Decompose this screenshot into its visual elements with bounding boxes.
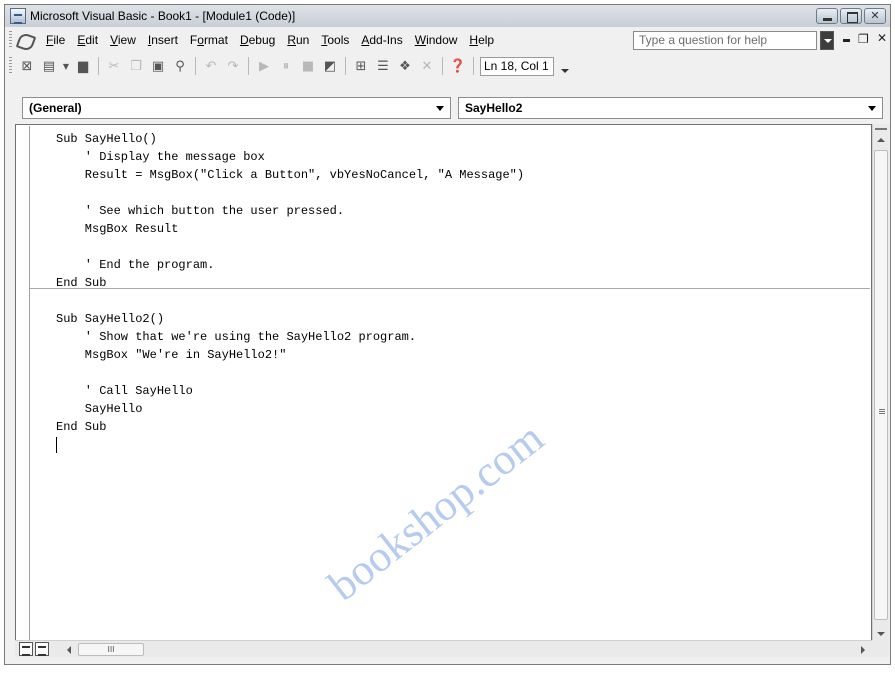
minimize-button[interactable]: [816, 8, 838, 24]
menu-tools[interactable]: Tools: [315, 33, 355, 47]
vertical-scrollbar[interactable]: [872, 124, 889, 647]
vba-app-icon: [10, 8, 26, 24]
cursor-position: Ln 18, Col 1: [480, 56, 554, 76]
redo-icon[interactable]: ↷: [224, 57, 242, 75]
bottom-bar: III: [15, 640, 872, 657]
menu-file[interactable]: File: [40, 33, 71, 47]
margin-indicator-bar[interactable]: [29, 126, 30, 649]
chevron-down-icon[interactable]: [436, 106, 444, 111]
toolbar-separator: [345, 57, 346, 75]
menu-run[interactable]: Run: [281, 33, 315, 47]
project-explorer-icon[interactable]: ⊞: [352, 57, 370, 75]
window-title: Microsoft Visual Basic - Book1 - [Module…: [30, 9, 296, 23]
scroll-up-icon[interactable]: [877, 138, 885, 142]
undo-icon[interactable]: ↶: [202, 57, 220, 75]
object-combo[interactable]: (General): [22, 97, 451, 119]
reset-icon[interactable]: ■: [299, 57, 317, 75]
menu-add-ins[interactable]: Add-Ins: [355, 33, 408, 47]
split-bar[interactable]: [875, 128, 887, 130]
save-icon[interactable]: ▆: [74, 57, 92, 75]
code-line[interactable]: ' See which button the user pressed.: [56, 203, 344, 219]
design-mode-icon[interactable]: ◩: [321, 57, 339, 75]
text-caret: [56, 437, 57, 453]
child-close-button[interactable]: ✕: [877, 31, 887, 45]
menu-edit[interactable]: Edit: [71, 33, 104, 47]
code-line[interactable]: Sub SayHello(): [56, 131, 157, 147]
toolbar-separator: [98, 57, 99, 75]
window-controls: ✕: [816, 8, 886, 24]
maximize-button[interactable]: [840, 8, 862, 24]
procedure-combo[interactable]: SayHello2: [458, 97, 883, 119]
horizontal-scroll-thumb[interactable]: III: [78, 643, 144, 656]
code-line[interactable]: ' End the program.: [56, 257, 215, 273]
scroll-corner: [872, 640, 889, 657]
properties-icon[interactable]: ☰: [374, 57, 392, 75]
menu-items: File Edit View Insert Format Debug Run Tools Add…: [40, 33, 500, 47]
toolbar-separator: [473, 57, 474, 75]
toolbar-grip[interactable]: [9, 57, 12, 75]
code-line[interactable]: MsgBox Result: [56, 221, 179, 237]
standard-toolbar: ⊠ ▤ ▼ ▆ ✂ ❐ ▣ ⚲ ↶ ↷ ▶ ⏸ ■ ◩ ⊞ ☰ ❖ ✕ ❓ Ln…: [5, 53, 890, 79]
help-dropdown-button[interactable]: [820, 31, 834, 50]
code-line[interactable]: SayHello: [56, 401, 143, 417]
close-button[interactable]: ✕: [864, 8, 886, 24]
menu-help[interactable]: Help: [463, 33, 500, 47]
menu-window[interactable]: Window: [409, 33, 464, 47]
title-bar[interactable]: Microsoft Visual Basic - Book1 - [Module…: [5, 5, 890, 27]
run-icon[interactable]: ▶: [255, 57, 273, 75]
toolbar-separator: [442, 57, 443, 75]
child-restore-button[interactable]: ❐: [858, 32, 869, 46]
code-line[interactable]: Result = MsgBox("Click a Button", vbYesN…: [56, 167, 524, 183]
procedure-combo-value: SayHello2: [465, 101, 523, 115]
toolbar-separator: [195, 57, 196, 75]
scroll-down-icon[interactable]: [877, 632, 885, 636]
help-icon[interactable]: ❓: [449, 57, 467, 75]
child-minimize-button[interactable]: [843, 39, 850, 42]
module-menu-icon[interactable]: [16, 32, 34, 48]
copy-icon[interactable]: ❐: [127, 57, 145, 75]
procedure-separator: [30, 288, 870, 289]
chevron-down-icon[interactable]: [868, 106, 876, 111]
thumb-grip-icon: [879, 409, 885, 414]
code-line[interactable]: End Sub: [56, 419, 106, 435]
code-line[interactable]: MsgBox "We're in SayHello2!": [56, 347, 287, 363]
scroll-left-icon[interactable]: [67, 646, 71, 654]
menu-view[interactable]: View: [104, 33, 142, 47]
code-line[interactable]: ' Call SayHello: [56, 383, 193, 399]
toolbar-options-button[interactable]: [559, 57, 571, 75]
menubar-grip[interactable]: [9, 31, 12, 49]
menu-bar: File Edit View Insert Format Debug Run Tools Add…: [5, 27, 890, 53]
vertical-scroll-thumb[interactable]: [874, 150, 888, 620]
code-line[interactable]: ' Show that we're using the SayHello2 pr…: [56, 329, 416, 345]
object-combo-value: (General): [29, 101, 82, 115]
menu-insert[interactable]: Insert: [142, 33, 184, 47]
insert-module-icon[interactable]: ▤: [40, 57, 58, 75]
toolbox-icon[interactable]: ✕: [418, 57, 436, 75]
break-icon[interactable]: ⏸: [277, 57, 295, 75]
scroll-right-icon[interactable]: [861, 646, 865, 654]
code-line[interactable]: ' Display the message box: [56, 149, 265, 165]
help-search-input[interactable]: Type a question for help: [633, 31, 817, 50]
menu-debug[interactable]: Debug: [234, 33, 281, 47]
menu-format[interactable]: Format: [184, 33, 234, 47]
toolbar-separator: [248, 57, 249, 75]
object-browser-icon[interactable]: ❖: [396, 57, 414, 75]
code-line[interactable]: Sub SayHello2(): [56, 311, 164, 327]
full-module-view-button[interactable]: [35, 642, 49, 656]
cut-icon[interactable]: ✂: [105, 57, 123, 75]
view-excel-icon[interactable]: ⊠: [18, 57, 36, 75]
find-icon[interactable]: ⚲: [171, 57, 189, 75]
procedure-view-button[interactable]: [19, 642, 33, 656]
insert-dropdown-icon[interactable]: ▼: [62, 57, 70, 75]
paste-icon[interactable]: ▣: [149, 57, 167, 75]
